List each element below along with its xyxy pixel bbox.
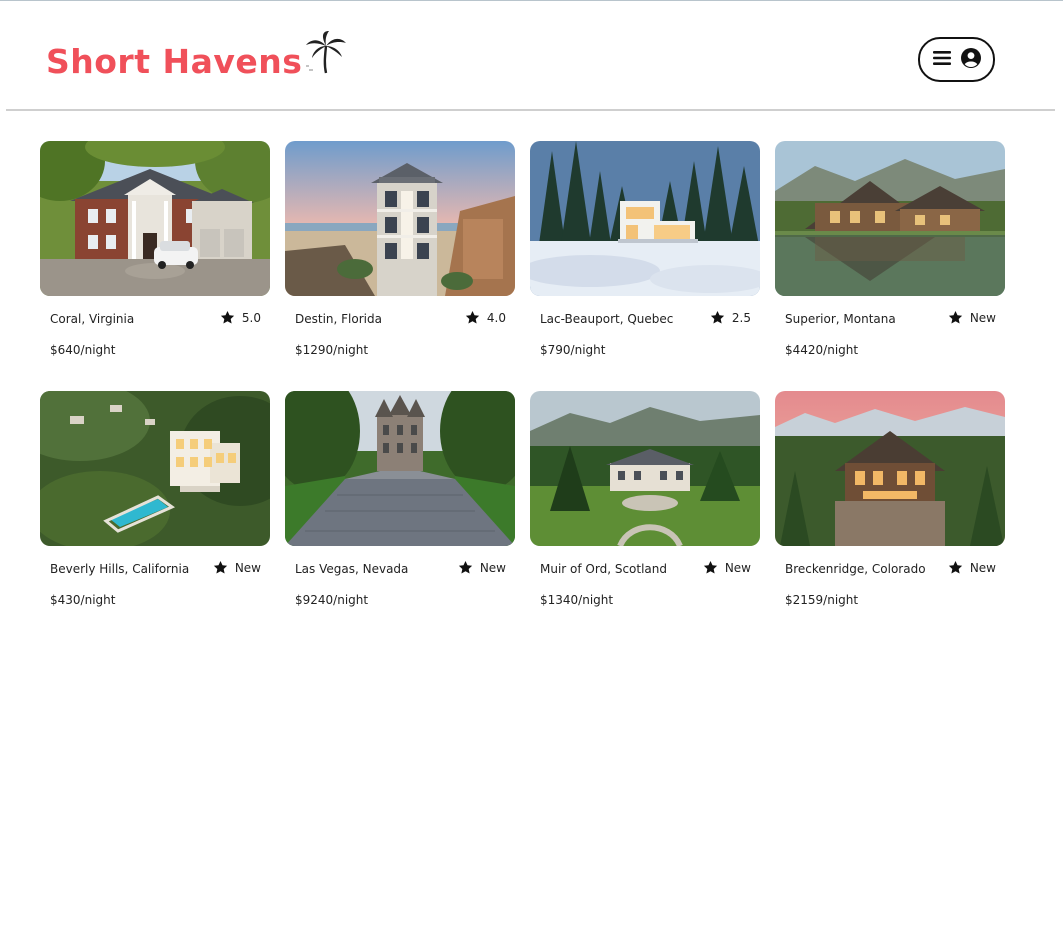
listing-card[interactable]: Breckenridge, Colorado New $2159/night — [775, 391, 1005, 621]
star-icon — [948, 310, 962, 324]
listing-photo[interactable] — [775, 391, 1005, 546]
listing-location: Breckenridge, Colorado — [785, 562, 926, 576]
rating-value: 4.0 — [486, 310, 506, 325]
listing-card[interactable]: Destin, Florida 4.0 $1290/night — [285, 141, 515, 371]
listing-price: $430/night — [50, 593, 116, 607]
user-circle-icon — [960, 47, 981, 72]
listing-location: Muir of Ord, Scotland — [540, 562, 668, 576]
listing-price: $1340/night — [540, 593, 614, 607]
listing-price: $790/night — [540, 343, 606, 357]
star-icon — [220, 310, 235, 324]
listing-location: Coral, Virginia — [50, 312, 135, 326]
listing-rating: 5.0 — [220, 310, 261, 325]
listing-photo[interactable] — [530, 391, 760, 546]
star-icon — [710, 310, 725, 324]
listing-price: $1290/night — [295, 343, 369, 357]
listing-rating: 4.0 — [465, 310, 506, 325]
listing-card[interactable]: Muir of Ord, Scotland New $1340/night — [530, 391, 760, 621]
listing-location: Superior, Montana — [785, 312, 896, 326]
listing-photo[interactable] — [285, 391, 515, 546]
listing-card[interactable]: Beverly Hills, California New $430/night — [40, 391, 270, 621]
rating-value: New — [234, 560, 261, 575]
listing-photo[interactable] — [530, 141, 760, 296]
rating-value: 2.5 — [731, 310, 751, 325]
listing-price: $2159/night — [785, 593, 859, 607]
listing-price: $4420/night — [785, 343, 859, 357]
rating-value: New — [479, 560, 506, 575]
listing-photo[interactable] — [40, 391, 270, 546]
rating-value: New — [724, 560, 751, 575]
listing-price: $9240/night — [295, 593, 369, 607]
star-icon — [213, 560, 227, 574]
navbar: Short Havens — [6, 0, 1055, 111]
listing-location: Destin, Florida — [295, 312, 382, 326]
palm-tree-icon — [304, 30, 348, 78]
star-icon — [458, 560, 472, 574]
rating-value: 5.0 — [241, 310, 261, 325]
listing-card[interactable]: Coral, Virginia 5.0 $640/night — [40, 141, 270, 371]
listing-location: Lac-Beauport, Quebec — [540, 312, 674, 326]
listing-location: Las Vegas, Nevada — [295, 562, 409, 576]
listing-rating: New — [703, 560, 751, 575]
hamburger-icon — [932, 50, 951, 70]
listing-rating: New — [458, 560, 506, 575]
listing-rating: New — [213, 560, 261, 575]
star-icon — [465, 310, 480, 324]
listing-rating: New — [948, 560, 996, 575]
rating-value: New — [969, 310, 996, 325]
listing-rating: 2.5 — [710, 310, 751, 325]
listing-location: Beverly Hills, California — [50, 562, 190, 576]
listing-photo[interactable] — [775, 141, 1005, 296]
logo[interactable]: Short Havens — [46, 30, 348, 78]
listing-photo[interactable] — [285, 141, 515, 296]
star-icon — [948, 560, 962, 574]
listing-price: $640/night — [50, 343, 116, 357]
listing-rating: New — [948, 310, 996, 325]
listing-photo[interactable] — [40, 141, 270, 296]
brand-name: Short Havens — [46, 42, 303, 81]
star-icon — [703, 560, 717, 574]
listing-card[interactable]: Lac-Beauport, Quebec 2.5 $790/night — [530, 141, 760, 371]
rating-value: New — [969, 560, 996, 575]
listing-card[interactable]: Superior, Montana New $4420/night — [775, 141, 1005, 371]
user-menu-button[interactable] — [918, 37, 995, 82]
listing-card[interactable]: Las Vegas, Nevada New $9240/night — [285, 391, 515, 621]
